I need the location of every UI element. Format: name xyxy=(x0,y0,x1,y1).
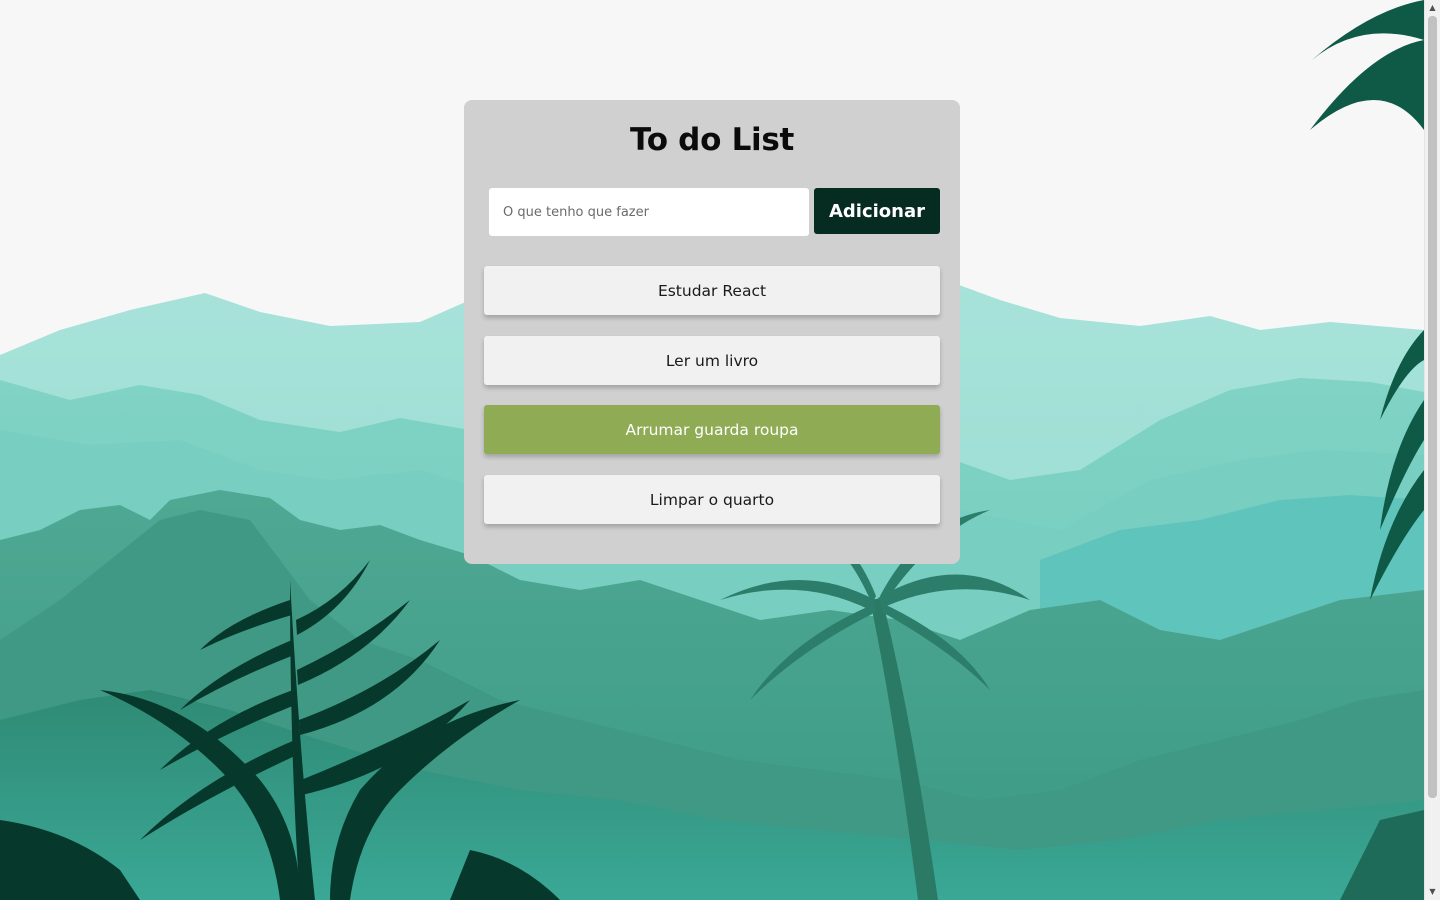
task-item[interactable]: Arrumar guarda roupa xyxy=(484,405,940,454)
scroll-down-icon[interactable]: ▼ xyxy=(1425,884,1440,900)
page-title: To do List xyxy=(629,122,795,158)
vertical-scrollbar[interactable]: ▲ ▼ xyxy=(1424,0,1440,900)
task-label: Arrumar guarda roupa xyxy=(625,420,799,439)
scroll-up-icon[interactable]: ▲ xyxy=(1425,0,1440,16)
task-label: Estudar React xyxy=(657,281,767,300)
task-label: Ler um livro xyxy=(665,351,759,370)
task-item[interactable]: Limpar o quarto xyxy=(484,475,940,524)
task-label: Limpar o quarto xyxy=(649,490,775,509)
task-item[interactable]: Estudar React xyxy=(484,266,940,315)
todo-card: To do List Adicionar Estudar React Ler u… xyxy=(464,100,960,564)
task-input[interactable] xyxy=(489,188,809,236)
add-button[interactable]: Adicionar xyxy=(814,188,940,234)
task-item[interactable]: Ler um livro xyxy=(484,336,940,385)
scroll-thumb[interactable] xyxy=(1428,16,1437,798)
